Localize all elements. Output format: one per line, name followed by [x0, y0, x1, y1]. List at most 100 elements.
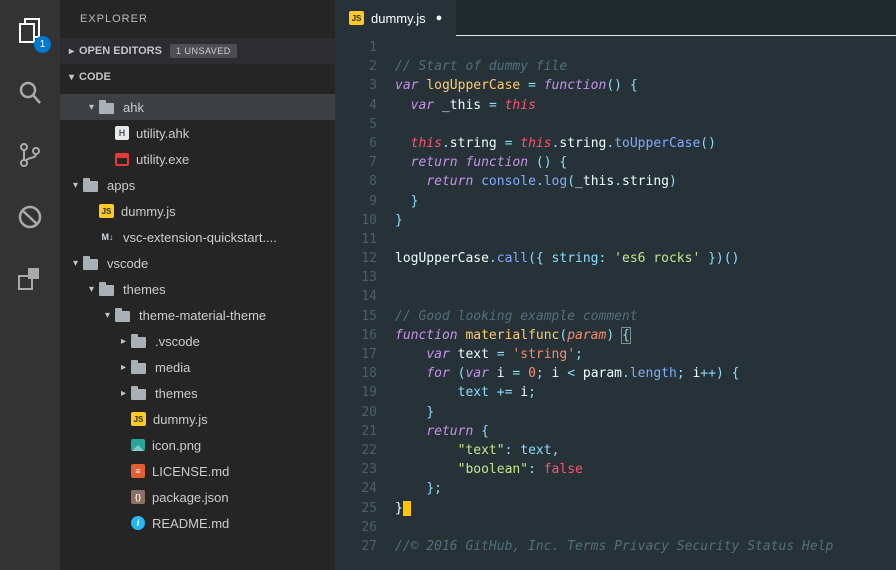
explorer-icon[interactable]: 1: [0, 0, 60, 62]
code-line-3[interactable]: var logUpperCase = function() {: [395, 76, 896, 95]
code-line-24[interactable]: };: [395, 479, 896, 498]
line-number: 15: [335, 307, 377, 326]
tab-dummy-js[interactable]: JS dummy.js ●: [335, 0, 456, 36]
tree-item-label: utility.exe: [136, 152, 189, 167]
open-editors-header[interactable]: ▸ OPEN EDITORS 1 UNSAVED: [60, 38, 335, 64]
tree-folder-media[interactable]: ▸media: [60, 354, 335, 380]
code-line-19[interactable]: text += i;: [395, 383, 896, 402]
line-number: 12: [335, 249, 377, 268]
tab-strip-space: [456, 0, 896, 36]
tree-file-utility.exe[interactable]: utility.exe: [60, 146, 335, 172]
line-number: 7: [335, 153, 377, 172]
tree-file-LICENSE.md[interactable]: ≡LICENSE.md: [60, 458, 335, 484]
tree-file-README.md[interactable]: iREADME.md: [60, 510, 335, 536]
line-number: 3: [335, 76, 377, 95]
code-line-5[interactable]: [395, 115, 896, 134]
code-line-27[interactable]: //© 2016 GitHub, Inc. Terms Privacy Secu…: [395, 537, 896, 556]
code-line-10[interactable]: }: [395, 211, 896, 230]
code-line-25[interactable]: }: [395, 499, 896, 518]
vscode-window: 1 EXPLORER ▸ OPEN EDITORS 1 UNSAVED ▾ CO…: [0, 0, 896, 570]
chevron-right-icon: ▸: [64, 46, 79, 57]
tree-file-utility.ahk[interactable]: Hutility.ahk: [60, 120, 335, 146]
code-line-26[interactable]: [395, 518, 896, 537]
line-number: 5: [335, 115, 377, 134]
line-number: 22: [335, 441, 377, 460]
line-number: 4: [335, 96, 377, 115]
tree-folder-vscode[interactable]: ▾vscode: [60, 250, 335, 276]
line-number: 19: [335, 383, 377, 402]
tree-item-label: icon.png: [152, 438, 201, 453]
code-editor[interactable]: 1234567891011121314151617181920212223242…: [335, 36, 896, 570]
file-js-icon: JS: [131, 412, 146, 426]
tree-item-label: themes: [155, 386, 198, 401]
chevron-down-icon: ▾: [64, 72, 79, 83]
code-section-header[interactable]: ▾ CODE: [60, 64, 335, 90]
line-number: 10: [335, 211, 377, 230]
code-line-20[interactable]: }: [395, 403, 896, 422]
file-tree: ▾ahkHutility.ahkutility.exe▾appsJSdummy.…: [60, 90, 335, 536]
tree-item-label: utility.ahk: [136, 126, 189, 141]
code-line-15[interactable]: // Good looking example comment: [395, 307, 896, 326]
code-line-2[interactable]: // Start of dummy file: [395, 57, 896, 76]
tree-folder-themes[interactable]: ▸themes: [60, 380, 335, 406]
tree-file-icon.png[interactable]: icon.png: [60, 432, 335, 458]
tree-folder-.vscode[interactable]: ▸.vscode: [60, 328, 335, 354]
code-line-1[interactable]: [395, 38, 896, 57]
file-ahk-icon: H: [115, 126, 129, 140]
tree-item-label: README.md: [152, 516, 229, 531]
line-number: 9: [335, 192, 377, 211]
line-number: 24: [335, 479, 377, 498]
debug-icon[interactable]: [0, 186, 60, 248]
tree-item-label: dummy.js: [153, 412, 208, 427]
code-line-11[interactable]: [395, 230, 896, 249]
line-number: 13: [335, 268, 377, 287]
tree-item-label: theme-material-theme: [139, 308, 266, 323]
js-file-icon: JS: [349, 11, 364, 25]
source-control-icon[interactable]: [0, 124, 60, 186]
tree-file-dummy.js[interactable]: JSdummy.js: [60, 198, 335, 224]
code-line-7[interactable]: return function () {: [395, 153, 896, 172]
code-line-22[interactable]: "text": text,: [395, 441, 896, 460]
search-icon[interactable]: [0, 62, 60, 124]
code-line-9[interactable]: }: [395, 192, 896, 211]
tree-item-label: apps: [107, 178, 135, 193]
code-line-16[interactable]: function materialfunc(param) {: [395, 326, 896, 345]
chevron-right-icon: ▸: [116, 362, 131, 373]
tree-item-label: vsc-extension-quickstart....: [123, 230, 277, 245]
explorer-sidebar: EXPLORER ▸ OPEN EDITORS 1 UNSAVED ▾ CODE…: [60, 0, 335, 570]
file-json-icon: {}: [131, 490, 145, 504]
tree-folder-ahk[interactable]: ▾ahk: [60, 94, 335, 120]
tree-folder-apps[interactable]: ▾apps: [60, 172, 335, 198]
sidebar-title: EXPLORER: [60, 0, 335, 38]
code-line-6[interactable]: this.string = this.string.toUpperCase(): [395, 134, 896, 153]
tree-file-dummy.js[interactable]: JS dummy.js: [60, 406, 335, 432]
dirty-indicator-icon[interactable]: ●: [436, 12, 443, 24]
file-js-icon: JS: [99, 204, 114, 218]
tab-label: dummy.js: [371, 11, 426, 26]
editor-group: JS dummy.js ● 12345678910111213141516171…: [335, 0, 896, 570]
tree-item-label: LICENSE.md: [152, 464, 229, 479]
line-numbers: 1234567891011121314151617181920212223242…: [335, 38, 377, 570]
line-number: 26: [335, 518, 377, 537]
code-line-23[interactable]: "boolean": false: [395, 460, 896, 479]
line-number: 23: [335, 460, 377, 479]
line-number: 8: [335, 172, 377, 191]
tree-file-vsc-extension-quickstart....[interactable]: M↓vsc-extension-quickstart....: [60, 224, 335, 250]
code-line-17[interactable]: var text = 'string';: [395, 345, 896, 364]
code-line-8[interactable]: return console.log(_this.string): [395, 172, 896, 191]
code-line-14[interactable]: [395, 287, 896, 306]
extensions-icon[interactable]: [0, 248, 60, 310]
tree-folder-themes[interactable]: ▾themes: [60, 276, 335, 302]
code-line-21[interactable]: return {: [395, 422, 896, 441]
explorer-badge: 1: [34, 36, 51, 53]
code-line-13[interactable]: [395, 268, 896, 287]
tree-file-package.json[interactable]: {}package.json: [60, 484, 335, 510]
tree-folder-theme-material-theme[interactable]: ▾theme-material-theme: [60, 302, 335, 328]
code-line-18[interactable]: for (var i = 0; i < param.length; i++) {: [395, 364, 896, 383]
line-number: 1: [335, 38, 377, 57]
code-line-4[interactable]: var _this = this: [395, 96, 896, 115]
code-line-12[interactable]: logUpperCase.call({ string: 'es6 rocks' …: [395, 249, 896, 268]
line-number: 18: [335, 364, 377, 383]
chevron-down-icon: ▾: [84, 284, 99, 295]
code-content[interactable]: // Start of dummy filevar logUpperCase =…: [377, 38, 896, 570]
